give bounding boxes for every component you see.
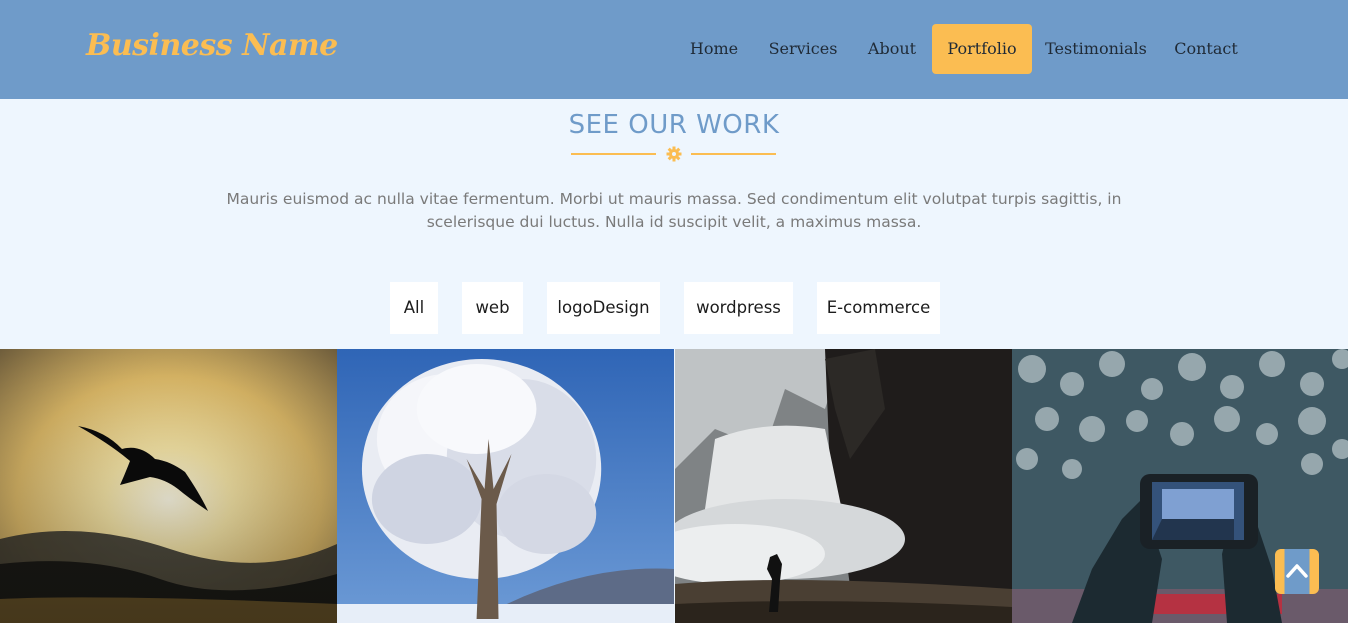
gear-icon — [666, 146, 682, 162]
filter-ecommerce[interactable]: E-commerce — [817, 282, 940, 334]
nav-testimonials[interactable]: Testimonials — [1038, 24, 1154, 74]
gallery-item-bird-sunset[interactable] — [0, 349, 337, 623]
nav-contact[interactable]: Contact — [1162, 24, 1250, 74]
bird-sunset-image — [0, 349, 337, 623]
waterfall-image — [675, 349, 1012, 623]
frosted-tree-image — [337, 349, 674, 623]
nav-about[interactable]: About — [854, 24, 930, 74]
scroll-top-button[interactable] — [1275, 549, 1319, 594]
nav-portfolio[interactable]: Portfolio — [932, 24, 1032, 74]
filter-logo-design[interactable]: logoDesign — [547, 282, 660, 334]
gallery-item-frosted-tree[interactable] — [337, 349, 674, 623]
title-divider-right — [691, 153, 776, 155]
filter-web[interactable]: web — [462, 282, 523, 334]
gallery-item-waterfall[interactable] — [675, 349, 1012, 623]
section-title: SEE OUR WORK — [568, 110, 780, 140]
site-header: Business Name Home Services About Portfo… — [0, 0, 1348, 99]
title-divider-left — [571, 153, 656, 155]
nav-home[interactable]: Home — [676, 24, 752, 74]
nav-services[interactable]: Services — [758, 24, 848, 74]
chevron-up-icon — [1286, 564, 1308, 578]
main-nav: Home Services About Portfolio Testimonia… — [0, 24, 1348, 74]
filter-all[interactable]: All — [390, 282, 438, 334]
filter-wordpress[interactable]: wordpress — [684, 282, 793, 334]
section-description: Mauris euismod ac nulla vitae fermentum.… — [226, 190, 1122, 231]
